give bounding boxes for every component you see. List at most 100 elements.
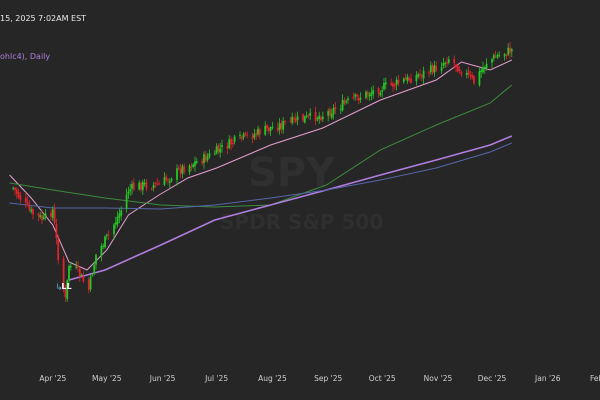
candle-body (168, 181, 171, 183)
candle-body (177, 167, 180, 169)
stock-chart[interactable]: SPY SPDR S&P 500 ↳LL5Apr '25May '25Jun '… (0, 0, 600, 400)
candle-body (309, 112, 312, 116)
candle-body (494, 56, 497, 58)
candle-body (131, 184, 133, 189)
candle-body (203, 154, 205, 163)
candle-body (447, 59, 450, 63)
candle-body (204, 154, 207, 162)
candle-body (345, 101, 348, 103)
candle-body (460, 72, 463, 75)
candle-body (78, 268, 81, 277)
candle-body (141, 181, 144, 191)
chart-plot-area[interactable]: ↳LL5Apr '25May '25Jun '25Jul '25Aug '25S… (0, 0, 600, 400)
candle-body (469, 74, 472, 76)
candle-body (482, 67, 484, 73)
x-axis-tick-label: Oct '25 (369, 374, 396, 383)
candle-body (507, 47, 510, 55)
candle-body (456, 65, 459, 72)
candle-body (422, 70, 425, 79)
candle-body (80, 274, 83, 276)
candle-body (332, 107, 335, 115)
candle-body (444, 62, 447, 64)
candle-body (392, 83, 394, 87)
candle-body (32, 209, 34, 215)
ma-line (9, 59, 513, 271)
candle-body (440, 67, 443, 71)
candle-body (240, 136, 243, 139)
candle-body (465, 73, 468, 75)
candle-body (381, 90, 384, 92)
candle-body (429, 65, 432, 73)
candle-body (51, 209, 54, 218)
candle-body (471, 74, 474, 78)
candle-body (217, 144, 220, 152)
candle-body (356, 94, 358, 97)
candle-body (213, 153, 216, 155)
x-axis-tick-label: May '25 (92, 374, 122, 383)
x-axis-tick-label: Nov '25 (424, 374, 453, 383)
candle-body (316, 118, 319, 120)
candle-body (395, 79, 398, 85)
candle-body (329, 109, 331, 116)
candle-body (347, 98, 349, 101)
candle-body (453, 58, 456, 64)
candle-body (431, 65, 434, 74)
candle-body (370, 92, 373, 96)
candle-body (280, 123, 283, 129)
candle-body (44, 213, 47, 217)
candle-body (233, 136, 236, 142)
candle-body (368, 94, 371, 97)
candle-body (17, 192, 20, 198)
candle-body (352, 96, 355, 99)
indicator-legend: ohlc4), Daily (0, 52, 51, 61)
candle-body (410, 78, 412, 83)
candle-body (496, 55, 499, 58)
candle-body (154, 182, 157, 184)
candle-body (55, 224, 58, 239)
candle-body (293, 118, 295, 120)
candle-body (408, 78, 411, 81)
candle-body (296, 116, 299, 120)
candle-body (165, 176, 168, 181)
ma-line (9, 84, 513, 208)
candle-body (114, 222, 117, 225)
x-axis-tick-label: Dec '25 (478, 374, 507, 383)
candle-body (498, 54, 501, 56)
candle-body (402, 78, 405, 83)
candle-body (258, 129, 261, 135)
candle-body (377, 88, 380, 94)
candle-body (226, 146, 229, 149)
candle-body (132, 182, 135, 190)
candle-body (105, 234, 108, 236)
candle-body (163, 177, 166, 185)
candle-body (341, 100, 344, 111)
candle-body (120, 210, 123, 216)
candle-body (321, 116, 324, 120)
x-axis-tick-label: Feb '26 (590, 374, 600, 383)
candle-body (87, 279, 90, 290)
candle-body (24, 197, 27, 203)
candle-body (390, 82, 393, 85)
candle-body (102, 245, 105, 247)
x-axis-tick-label: Apr '25 (39, 374, 66, 383)
candle-body (266, 125, 268, 129)
candle-body (509, 47, 511, 54)
candle-body (113, 224, 115, 235)
x-axis-tick-label: Aug '25 (258, 374, 287, 383)
candle-body (14, 187, 16, 190)
candle-body (428, 72, 430, 74)
candle-body (417, 74, 420, 77)
candle-body (91, 275, 94, 277)
candle-body (28, 204, 31, 210)
candle-body (251, 135, 254, 139)
candle-body (483, 66, 486, 69)
candle-body (510, 49, 513, 52)
x-axis-tick-label: Jul '25 (204, 374, 228, 383)
candle-body (357, 98, 360, 101)
candle-body (406, 76, 409, 81)
annotation-label: LL (61, 282, 71, 291)
candle-body (354, 94, 357, 97)
ma-line (68, 135, 513, 281)
candle-body (291, 116, 294, 123)
candle-body (339, 109, 342, 111)
